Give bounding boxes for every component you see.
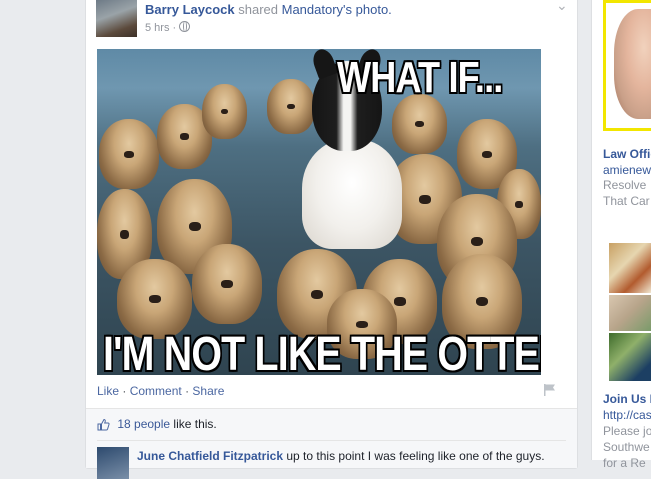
ad-photo-shape bbox=[609, 295, 651, 331]
actor-name-link[interactable]: Barry Laycock bbox=[145, 2, 235, 17]
action-separator: · bbox=[185, 384, 190, 398]
ad-body-text: That Car bbox=[603, 194, 650, 208]
timestamp-link[interactable]: 5 hrs bbox=[145, 22, 169, 34]
meta-separator: · bbox=[172, 22, 177, 34]
otter-shape bbox=[392, 94, 447, 154]
divider bbox=[86, 408, 577, 409]
shared-photo[interactable]: WHAT IF... I'M NOT LIKE THE OTTERS? bbox=[97, 49, 541, 375]
actor-avatar[interactable] bbox=[96, 0, 137, 37]
ad-photo-shape bbox=[614, 9, 651, 119]
ad-body-text: Please jo bbox=[603, 424, 651, 438]
ad-title-link[interactable]: Join Us I bbox=[603, 392, 651, 406]
meme-caption-bottom: I'M NOT LIKE THE OTTERS? bbox=[103, 328, 541, 375]
comment-author-link[interactable]: June Chatfield Fitzpatrick bbox=[137, 449, 283, 463]
story-header: Barry Laycock shared Mandatory's photo. bbox=[145, 2, 392, 17]
otter-shape bbox=[202, 84, 247, 139]
ad-url-link[interactable]: amienew bbox=[603, 163, 651, 177]
thumbs-up-icon bbox=[97, 418, 110, 431]
otter-shape bbox=[99, 119, 159, 189]
likers-link[interactable]: 18 people bbox=[117, 417, 170, 431]
story-meta: 5 hrs · bbox=[145, 21, 191, 34]
dog-shape bbox=[302, 139, 402, 249]
comment-link[interactable]: Comment bbox=[130, 384, 182, 398]
ad-url-link[interactable]: http://cas bbox=[603, 408, 651, 422]
divider bbox=[97, 440, 566, 441]
commenter-avatar[interactable] bbox=[97, 447, 129, 479]
ad-body-text: for a Re bbox=[603, 456, 646, 470]
ad-image[interactable] bbox=[603, 0, 651, 131]
share-link[interactable]: Share bbox=[192, 384, 224, 398]
ad-image[interactable] bbox=[609, 243, 651, 381]
comment-item: June Chatfield Fitzpatrick up to this po… bbox=[137, 449, 567, 463]
shared-page-link[interactable]: Mandatory's photo. bbox=[282, 2, 392, 17]
ad-photo-shape bbox=[609, 243, 651, 293]
chevron-down-icon[interactable]: ⌄ bbox=[556, 0, 568, 14]
comment-text: up to this point I was feeling like one … bbox=[286, 449, 545, 463]
story-verb: shared bbox=[238, 2, 278, 17]
like-suffix: like this. bbox=[173, 417, 217, 431]
otter-shape bbox=[192, 244, 262, 324]
flag-icon[interactable] bbox=[543, 383, 557, 397]
meme-caption-top: WHAT IF... bbox=[337, 53, 503, 102]
ad-body-text: Southwe bbox=[603, 440, 650, 454]
like-link[interactable]: Like bbox=[97, 384, 119, 398]
globe-icon bbox=[179, 21, 191, 32]
like-summary: 18 people like this. bbox=[97, 417, 217, 431]
otter-shape bbox=[267, 79, 315, 134]
action-separator: · bbox=[122, 384, 127, 398]
ad-title-link[interactable]: Law Offic bbox=[603, 147, 651, 161]
story-actions: Like · Comment · Share bbox=[97, 384, 224, 398]
ad-photo-shape bbox=[609, 333, 651, 381]
ad-body-text: Resolve bbox=[603, 178, 647, 192]
